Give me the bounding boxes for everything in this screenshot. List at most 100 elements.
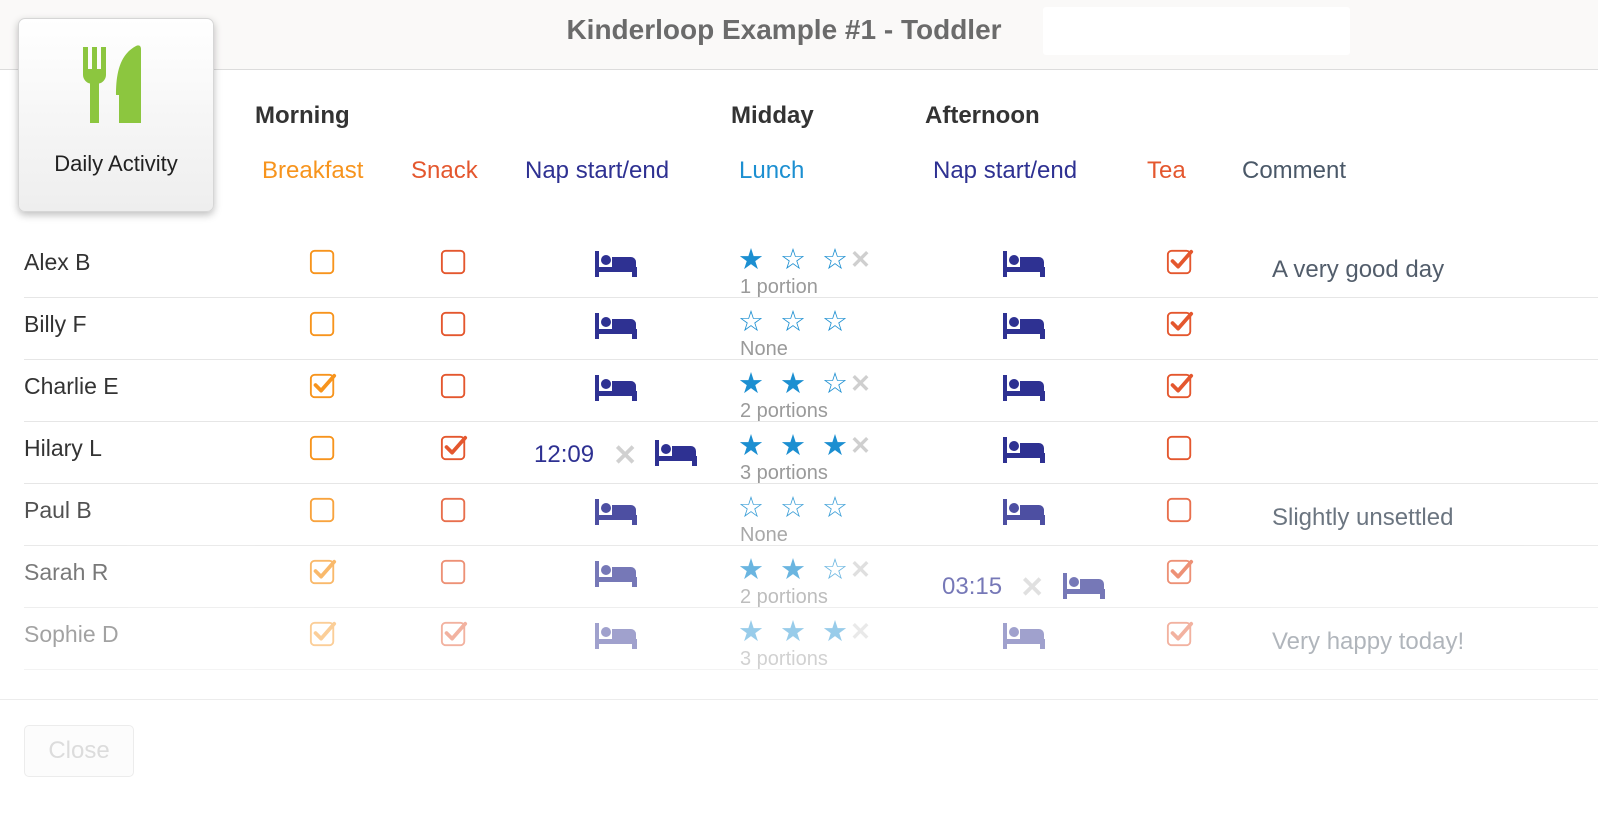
window-title: Kinderloop Example #1 - Toddler	[566, 14, 1002, 45]
col-header-breakfast: Breakfast	[262, 157, 364, 184]
tea-checkbox[interactable]	[1166, 310, 1194, 338]
star-icon[interactable]: ☆	[822, 370, 848, 399]
snack-checkbox[interactable]	[440, 248, 468, 276]
star-icon[interactable]: ☆	[822, 556, 848, 585]
col-header-snack: Snack	[411, 157, 478, 184]
bed-icon[interactable]	[1063, 573, 1105, 599]
star-icon[interactable]: ★	[780, 618, 806, 647]
breakfast-checkbox[interactable]	[309, 372, 337, 400]
star-icon[interactable]: ★	[738, 370, 764, 399]
tea-checkbox[interactable]	[1166, 620, 1194, 648]
clear-rating-icon[interactable]: ✕	[850, 556, 871, 585]
nap-start-time[interactable]: 03:15	[942, 573, 1002, 601]
clear-rating-icon[interactable]: ✕	[850, 618, 871, 647]
breakfast-checkbox[interactable]	[309, 310, 337, 338]
bed-icon[interactable]	[595, 251, 637, 277]
lunch-portion-label: 3 portions	[740, 648, 828, 670]
star-icon[interactable]: ☆	[822, 494, 848, 523]
row-comment[interactable]: Slightly unsettled	[1272, 504, 1453, 532]
bed-icon[interactable]	[595, 313, 637, 339]
table-row: Hilary L 12:09 ✕ ★ ★ ★ ✕ 3 portions	[24, 422, 1598, 484]
clear-time-icon[interactable]: ✕	[613, 438, 637, 473]
lunch-rating[interactable]: ★ ★ ☆ ✕ 2 portions	[738, 556, 888, 609]
star-icon[interactable]: ★	[738, 246, 764, 275]
star-icon[interactable]: ★	[738, 618, 764, 647]
bed-icon[interactable]	[595, 375, 637, 401]
period-midday: Midday	[731, 102, 814, 129]
star-icon[interactable]: ★	[738, 432, 764, 461]
star-icon[interactable]: ☆	[780, 308, 806, 337]
bed-icon[interactable]	[1003, 375, 1045, 401]
lunch-rating[interactable]: ☆ ☆ ☆ None	[738, 494, 888, 547]
activity-card-label: Daily Activity	[54, 151, 178, 176]
lunch-rating[interactable]: ★ ★ ★ ✕ 3 portions	[738, 618, 888, 671]
tea-checkbox[interactable]	[1166, 372, 1194, 400]
star-icon[interactable]: ☆	[780, 494, 806, 523]
star-icon[interactable]: ☆	[822, 246, 848, 275]
child-name: Alex B	[24, 249, 91, 275]
lunch-rating[interactable]: ★ ★ ☆ ✕ 2 portions	[738, 370, 888, 423]
breakfast-checkbox[interactable]	[309, 558, 337, 586]
star-icon[interactable]: ★	[780, 432, 806, 461]
star-icon[interactable]: ☆	[738, 494, 764, 523]
activity-card[interactable]: Daily Activity	[18, 18, 214, 212]
clear-time-icon[interactable]: ✕	[1020, 570, 1044, 605]
tea-checkbox[interactable]	[1166, 248, 1194, 276]
bed-icon[interactable]	[595, 499, 637, 525]
star-icon[interactable]: ☆	[738, 308, 764, 337]
row-comment[interactable]: A very good day	[1272, 256, 1444, 284]
table-row: Charlie E ★ ★ ☆ ✕ 2 portions	[24, 360, 1598, 422]
lunch-portion-label: 2 portions	[740, 586, 828, 608]
breakfast-checkbox[interactable]	[309, 248, 337, 276]
table-row: Alex B ★ ☆ ☆ ✕ 1 portion A very good day	[24, 236, 1598, 298]
tea-checkbox[interactable]	[1166, 558, 1194, 586]
bed-icon[interactable]	[1003, 437, 1045, 463]
title-bar: Kinderloop Example #1 - Toddler	[0, 0, 1598, 70]
tea-checkbox[interactable]	[1166, 434, 1194, 462]
clear-rating-icon[interactable]: ✕	[850, 370, 871, 399]
snack-checkbox[interactable]	[440, 496, 468, 524]
lunch-portion-label: 3 portions	[740, 462, 828, 484]
bed-icon[interactable]	[595, 561, 637, 587]
snack-checkbox[interactable]	[440, 434, 468, 462]
lunch-portion-label: None	[740, 338, 788, 360]
clear-rating-icon[interactable]: ✕	[850, 432, 871, 461]
star-icon[interactable]: ☆	[822, 308, 848, 337]
col-header-tea: Tea	[1147, 157, 1186, 184]
bed-icon[interactable]	[1003, 313, 1045, 339]
snack-checkbox[interactable]	[440, 558, 468, 586]
tea-checkbox[interactable]	[1166, 496, 1194, 524]
breakfast-checkbox[interactable]	[309, 434, 337, 462]
nap-start-time[interactable]: 12:09	[534, 441, 594, 469]
star-icon[interactable]: ★	[780, 556, 806, 585]
table-row: Sophie D ★ ★ ★ ✕ 3 portions Very happy today!	[24, 608, 1598, 670]
breakfast-checkbox[interactable]	[309, 620, 337, 648]
star-icon[interactable]: ★	[822, 618, 848, 647]
lunch-rating[interactable]: ★ ★ ★ ✕ 3 portions	[738, 432, 888, 485]
star-icon[interactable]: ★	[780, 370, 806, 399]
star-icon[interactable]: ★	[738, 556, 764, 585]
star-icon[interactable]: ☆	[780, 246, 806, 275]
snack-checkbox[interactable]	[440, 620, 468, 648]
bed-icon[interactable]	[1003, 623, 1045, 649]
star-icon[interactable]: ★	[822, 432, 848, 461]
snack-checkbox[interactable]	[440, 310, 468, 338]
table-row: Paul B ☆ ☆ ☆ None Slightly unsettled	[24, 484, 1598, 546]
search-input[interactable]	[1043, 7, 1350, 55]
bed-icon[interactable]	[655, 440, 697, 466]
lunch-rating[interactable]: ☆ ☆ ☆ None	[738, 308, 888, 361]
bed-icon[interactable]	[1003, 499, 1045, 525]
breakfast-checkbox[interactable]	[309, 496, 337, 524]
clear-rating-icon[interactable]: ✕	[850, 246, 871, 275]
child-name: Charlie E	[24, 373, 119, 399]
row-comment[interactable]: Very happy today!	[1272, 628, 1464, 656]
bed-icon[interactable]	[595, 623, 637, 649]
lunch-rating[interactable]: ★ ☆ ☆ ✕ 1 portion	[738, 246, 888, 299]
child-name: Sarah R	[24, 559, 109, 585]
col-header-nap-morning: Nap start/end	[525, 157, 670, 184]
child-name: Paul B	[24, 497, 92, 523]
snack-checkbox[interactable]	[440, 372, 468, 400]
bed-icon[interactable]	[1003, 251, 1045, 277]
period-morning: Morning	[255, 102, 350, 129]
close-button[interactable]: Close	[24, 725, 134, 777]
